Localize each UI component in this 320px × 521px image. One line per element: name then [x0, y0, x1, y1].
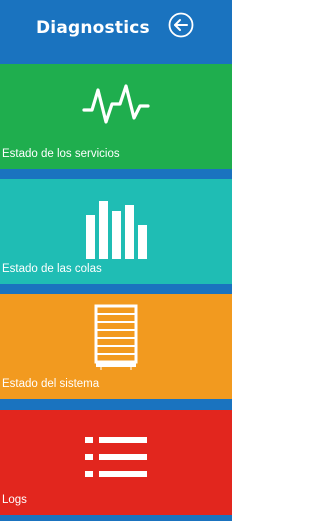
arrow-left-circle-icon: [168, 12, 194, 38]
tile-system-status[interactable]: Estado del sistema: [0, 294, 232, 399]
tile-label: Estado de las colas: [2, 263, 102, 275]
header: Diagnostics: [0, 0, 232, 62]
pulse-icon: [82, 84, 150, 124]
diagnostics-panel: Diagnostics Estado de los servicios Esta…: [0, 0, 232, 521]
tile-queue-status[interactable]: Estado de las colas: [0, 179, 232, 284]
list-icon: [85, 437, 147, 477]
right-margin: [232, 0, 241, 521]
page-title: Diagnostics: [36, 18, 150, 38]
tile-label: Logs: [2, 494, 27, 506]
bar-chart-icon: [86, 201, 147, 259]
tile-label: Estado del sistema: [2, 378, 100, 390]
back-button[interactable]: [168, 12, 194, 38]
tile-logs[interactable]: Logs: [0, 410, 232, 515]
server-rack-icon: [94, 304, 138, 370]
tile-label: Estado de los servicios: [2, 148, 120, 160]
tile-service-status[interactable]: Estado de los servicios: [0, 64, 232, 169]
